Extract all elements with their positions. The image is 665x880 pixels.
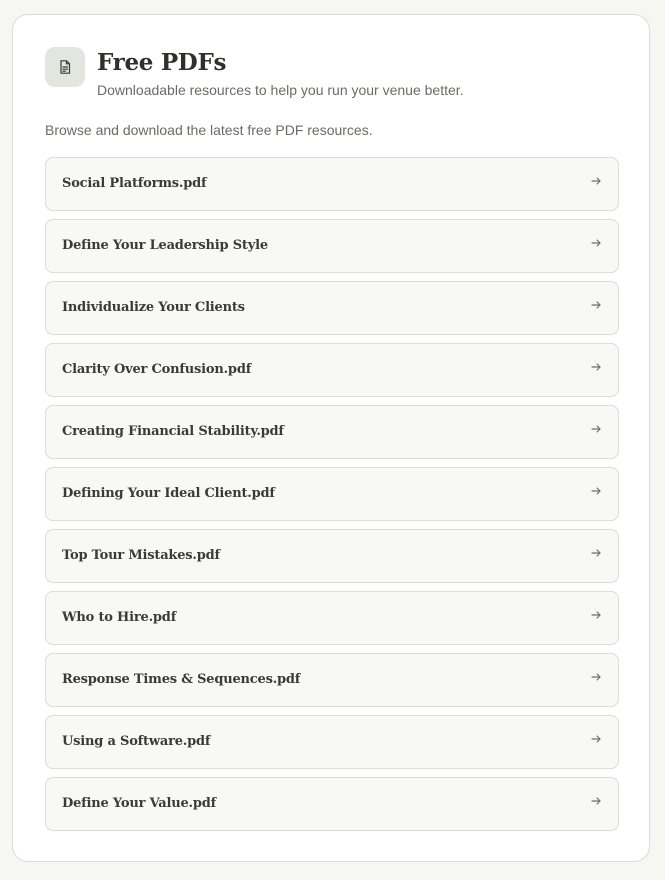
free-pdfs-card: Free PDFs Downloadable resources to help… xyxy=(12,14,650,862)
arrow-right-icon xyxy=(591,673,601,681)
resource-list: Social Platforms.pdf Define Your Leaders… xyxy=(45,157,619,839)
resource-item[interactable]: Who to Hire.pdf xyxy=(45,591,619,645)
resource-item[interactable]: Social Platforms.pdf xyxy=(45,157,619,211)
resource-item[interactable]: Individualize Your Clients xyxy=(45,281,619,335)
arrow-right-icon xyxy=(591,549,601,557)
arrow-right-icon xyxy=(591,363,601,371)
arrow-right-icon xyxy=(591,425,601,433)
arrow-right-icon xyxy=(591,239,601,247)
arrow-right-icon xyxy=(591,611,601,619)
resource-item[interactable]: Top Tour Mistakes.pdf xyxy=(45,529,619,583)
resource-item-label: Top Tour Mistakes.pdf xyxy=(62,548,220,563)
resource-item-label: Using a Software.pdf xyxy=(62,734,211,749)
arrow-right-icon xyxy=(591,797,601,805)
resource-item[interactable]: Clarity Over Confusion.pdf xyxy=(45,343,619,397)
arrow-right-icon xyxy=(591,301,601,309)
page-title: Free PDFs xyxy=(97,49,227,76)
resource-item-label: Individualize Your Clients xyxy=(62,300,245,315)
resource-item[interactable]: Define Your Leadership Style xyxy=(45,219,619,273)
resource-item[interactable]: Creating Financial Stability.pdf xyxy=(45,405,619,459)
resource-item[interactable]: Using a Software.pdf xyxy=(45,715,619,769)
intro-text: Browse and download the latest free PDF … xyxy=(45,122,373,138)
resource-item-label: Who to Hire.pdf xyxy=(62,610,177,625)
resource-item[interactable]: Response Times & Sequences.pdf xyxy=(45,653,619,707)
resource-item[interactable]: Defining Your Ideal Client.pdf xyxy=(45,467,619,521)
resource-item[interactable]: Define Your Value.pdf xyxy=(45,777,619,831)
page-subtitle: Downloadable resources to help you run y… xyxy=(97,82,464,98)
resource-item-label: Defining Your Ideal Client.pdf xyxy=(62,486,275,501)
resource-item-label: Creating Financial Stability.pdf xyxy=(62,424,284,439)
resource-item-label: Define Your Value.pdf xyxy=(62,796,217,811)
resource-item-label: Social Platforms.pdf xyxy=(62,176,207,191)
arrow-right-icon xyxy=(591,177,601,185)
resource-item-label: Response Times & Sequences.pdf xyxy=(62,672,301,687)
resource-item-label: Define Your Leadership Style xyxy=(62,238,268,253)
document-icon xyxy=(45,47,85,87)
arrow-right-icon xyxy=(591,735,601,743)
resource-item-label: Clarity Over Confusion.pdf xyxy=(62,362,252,377)
arrow-right-icon xyxy=(591,487,601,495)
